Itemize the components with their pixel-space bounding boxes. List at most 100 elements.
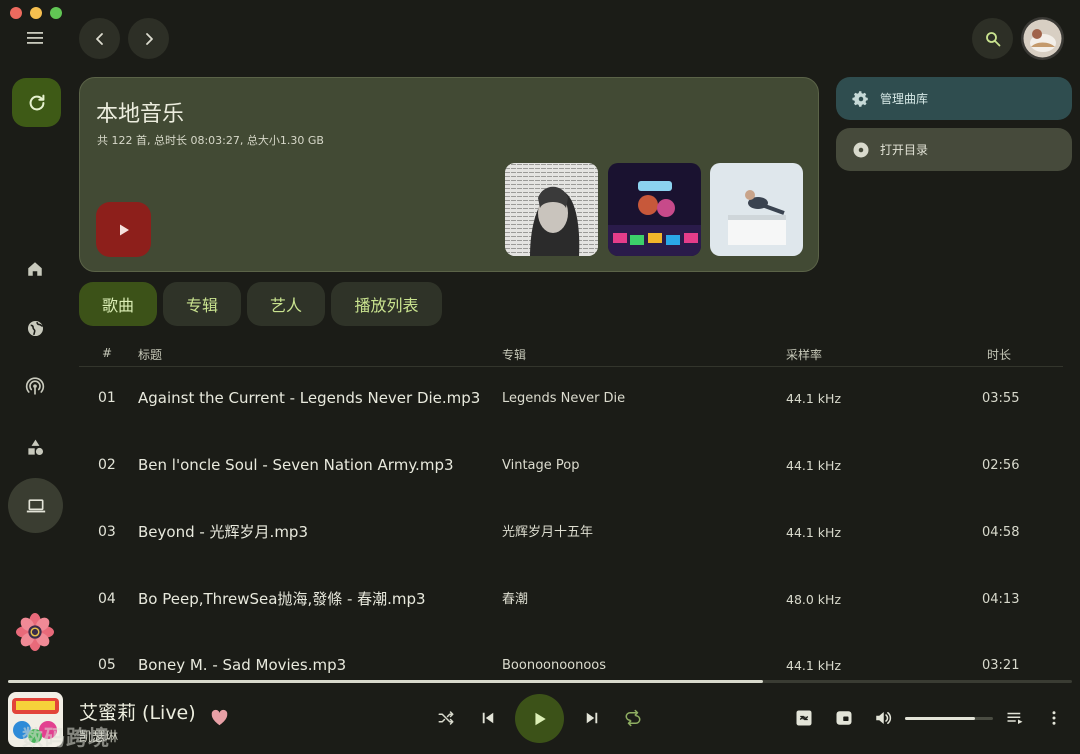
search-icon bbox=[985, 31, 1001, 47]
avatar[interactable] bbox=[1021, 17, 1064, 60]
forward-icon bbox=[142, 32, 156, 46]
laptop-icon bbox=[26, 497, 46, 515]
play-icon bbox=[532, 711, 548, 727]
col-header-album[interactable]: 专辑 bbox=[502, 346, 526, 363]
lyrics-button[interactable] bbox=[835, 709, 853, 727]
minimize-window-button[interactable] bbox=[30, 7, 42, 19]
volume-button[interactable] bbox=[874, 709, 892, 727]
manage-library-button[interactable]: 管理曲库 bbox=[836, 77, 1072, 120]
album-cover[interactable] bbox=[710, 163, 803, 256]
close-window-button[interactable] bbox=[10, 7, 22, 19]
globe-icon bbox=[26, 319, 45, 338]
sidebar-item-podcast[interactable] bbox=[17, 369, 53, 405]
play-all-button[interactable] bbox=[96, 202, 151, 257]
seek-bar-fill bbox=[8, 680, 764, 683]
previous-button[interactable] bbox=[479, 709, 497, 727]
table-row[interactable]: 03 Beyond - 光辉岁月.mp3 光辉岁月十五年 44.1 kHz 04… bbox=[79, 499, 1063, 566]
track-duration: 04:13 bbox=[982, 592, 1020, 607]
next-icon bbox=[583, 709, 601, 727]
podcast-icon bbox=[25, 377, 45, 397]
mini-player-icon bbox=[795, 709, 813, 727]
forward-button[interactable] bbox=[128, 18, 169, 59]
track-title: Ben l'oncle Soul - Seven Nation Army.mp3 bbox=[138, 456, 454, 474]
heart-icon bbox=[210, 709, 229, 726]
track-number: 03 bbox=[98, 524, 116, 540]
lyrics-icon bbox=[835, 709, 853, 727]
shuffle-icon bbox=[437, 709, 455, 727]
logo-icon bbox=[16, 613, 54, 651]
queue-icon bbox=[1006, 709, 1024, 727]
album-cover[interactable] bbox=[608, 163, 701, 256]
mini-player-button[interactable] bbox=[795, 709, 813, 727]
tab-playlists[interactable]: 播放列表 bbox=[331, 282, 442, 326]
library-stats: 共 122 首, 总时长 08:03:27, 总大小1.30 GB bbox=[97, 134, 324, 147]
manage-library-label: 管理曲库 bbox=[880, 92, 929, 106]
more-icon bbox=[1045, 709, 1063, 727]
track-sample-rate: 44.1 kHz bbox=[786, 391, 842, 406]
track-duration: 02:56 bbox=[982, 458, 1020, 473]
track-duration: 03:55 bbox=[982, 391, 1020, 406]
back-button[interactable] bbox=[79, 18, 120, 59]
library-hero-card: 本地音乐 共 122 首, 总时长 08:03:27, 总大小1.30 GB bbox=[79, 77, 819, 272]
disc-icon bbox=[852, 141, 870, 159]
play-icon bbox=[117, 223, 131, 237]
like-button[interactable] bbox=[210, 709, 229, 726]
col-header-rate[interactable]: 采样率 bbox=[786, 346, 822, 363]
page-title: 本地音乐 bbox=[96, 102, 185, 127]
volume-slider-fill bbox=[905, 717, 976, 720]
album-cover[interactable] bbox=[505, 163, 598, 256]
home-icon bbox=[26, 260, 44, 278]
track-sample-rate: 44.1 kHz bbox=[786, 525, 842, 540]
repeat-button[interactable] bbox=[624, 709, 642, 727]
volume-slider[interactable] bbox=[905, 717, 993, 720]
shapes-icon bbox=[26, 438, 45, 457]
seek-bar[interactable] bbox=[8, 680, 1072, 683]
track-album[interactable]: 春潮 bbox=[502, 566, 528, 633]
gear-icon bbox=[852, 90, 870, 108]
col-header-duration[interactable]: 时长 bbox=[987, 346, 1011, 363]
prev-icon bbox=[479, 709, 497, 727]
volume-icon bbox=[874, 709, 892, 727]
tab-albums[interactable]: 专辑 bbox=[163, 282, 241, 326]
sidebar-item-local[interactable] bbox=[8, 478, 63, 533]
refresh-icon bbox=[26, 92, 48, 114]
now-playing-title: 艾蜜莉 (Live) bbox=[79, 702, 196, 724]
open-folder-button[interactable]: 打开目录 bbox=[836, 128, 1072, 171]
track-album[interactable]: 光辉岁月十五年 bbox=[502, 499, 593, 566]
track-title: Beyond - 光辉岁月.mp3 bbox=[138, 523, 308, 541]
repeat-icon bbox=[624, 709, 642, 727]
col-header-no: # bbox=[102, 346, 113, 360]
track-title: Against the Current - Legends Never Die.… bbox=[138, 389, 481, 407]
next-button[interactable] bbox=[583, 709, 601, 727]
sidebar-item-explore[interactable] bbox=[17, 310, 53, 346]
back-icon bbox=[93, 32, 107, 46]
col-header-title[interactable]: 标题 bbox=[138, 346, 162, 363]
track-sample-rate: 44.1 kHz bbox=[786, 458, 842, 473]
watermark: 数码跨境 bbox=[22, 726, 110, 750]
sidebar-item-category[interactable] bbox=[17, 429, 53, 465]
zoom-window-button[interactable] bbox=[50, 7, 62, 19]
track-duration: 04:58 bbox=[982, 525, 1020, 540]
track-title: Bo Peep,ThrewSea抛海,發條 - 春潮.mp3 bbox=[138, 590, 426, 608]
track-number: 04 bbox=[98, 591, 116, 607]
table-row[interactable]: 01 Against the Current - Legends Never D… bbox=[79, 365, 1063, 432]
table-row[interactable]: 02 Ben l'oncle Soul - Seven Nation Army.… bbox=[79, 432, 1063, 499]
tab-songs[interactable]: 歌曲 bbox=[79, 282, 157, 326]
sidebar-item-home[interactable] bbox=[17, 251, 53, 287]
play-pause-button[interactable] bbox=[515, 694, 564, 743]
track-number: 02 bbox=[98, 457, 116, 473]
refresh-button[interactable] bbox=[12, 78, 61, 127]
queue-button[interactable] bbox=[1006, 709, 1024, 727]
tab-artists[interactable]: 艺人 bbox=[247, 282, 325, 326]
shuffle-button[interactable] bbox=[437, 709, 455, 727]
table-row[interactable]: 04 Bo Peep,ThrewSea抛海,發條 - 春潮.mp3 春潮 48.… bbox=[79, 566, 1063, 633]
app-window: 本地音乐 共 122 首, 总时长 08:03:27, 总大小1.30 GB 管… bbox=[0, 0, 1080, 754]
track-album[interactable]: Legends Never Die bbox=[502, 365, 625, 432]
track-sample-rate: 48.0 kHz bbox=[786, 592, 842, 607]
menu-icon[interactable] bbox=[26, 31, 44, 45]
open-folder-label: 打开目录 bbox=[880, 143, 929, 157]
track-number: 01 bbox=[98, 390, 116, 406]
more-button[interactable] bbox=[1045, 709, 1063, 727]
track-album[interactable]: Vintage Pop bbox=[502, 432, 580, 499]
search-button[interactable] bbox=[972, 18, 1013, 59]
